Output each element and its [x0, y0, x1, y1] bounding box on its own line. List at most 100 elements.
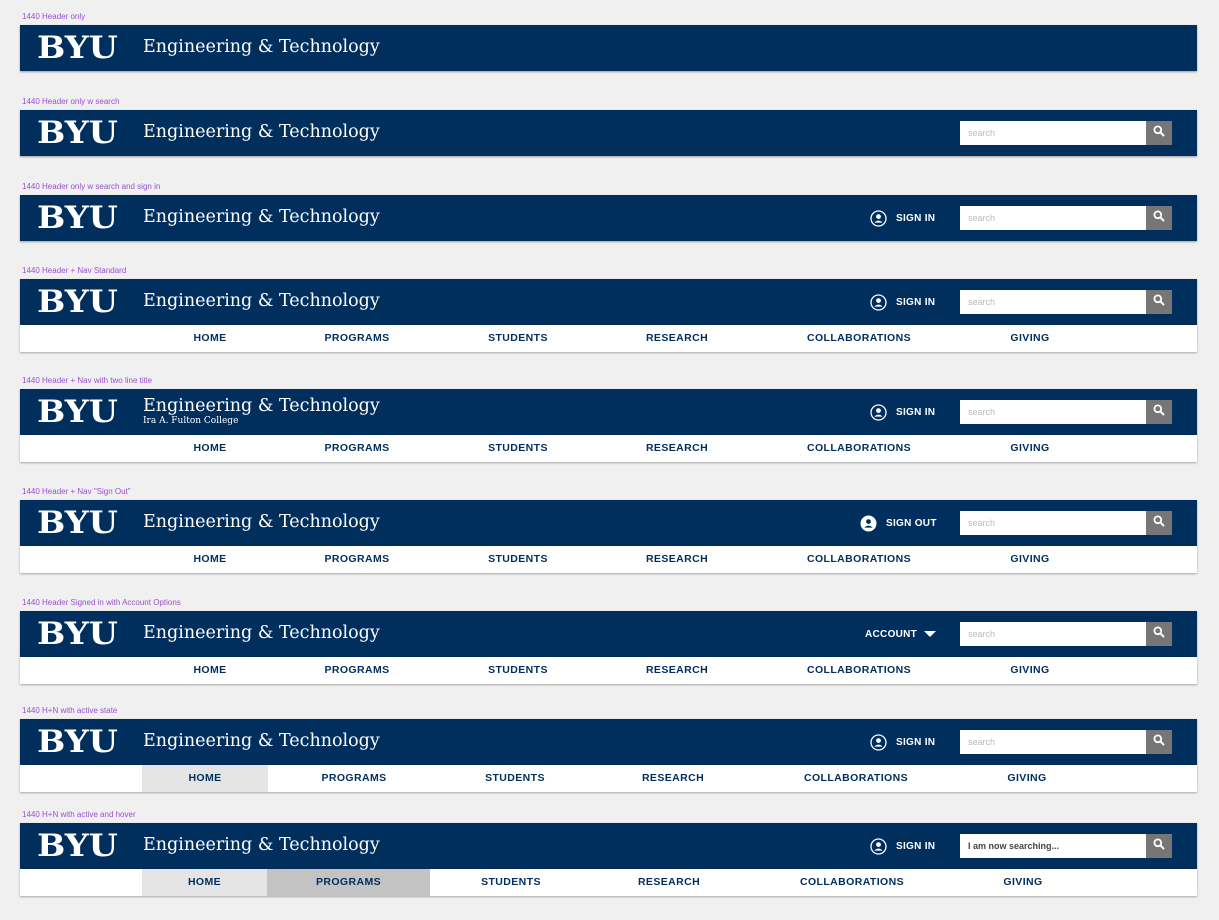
search-button[interactable] [1146, 622, 1172, 646]
nav-item-students[interactable]: STUDENTS [461, 869, 561, 896]
search-button[interactable] [1146, 834, 1172, 858]
main-nav: HOME PROGRAMS STUDENTS RESEARCH COLLABOR… [20, 435, 1197, 462]
site-header: BYU Engineering & Technology SIGN IN [20, 279, 1197, 325]
search-input[interactable] [960, 206, 1146, 230]
search-input[interactable] [960, 121, 1146, 145]
search-input[interactable] [960, 622, 1146, 646]
search-button[interactable] [1146, 121, 1172, 145]
nav-item-research[interactable]: RESEARCH [627, 435, 727, 462]
variant-label: 1440 Header only [22, 12, 86, 21]
byu-logo[interactable]: BYU [37, 201, 118, 235]
user-icon [870, 733, 887, 751]
nav-item-programs[interactable]: PROGRAMS [304, 765, 404, 792]
search-input[interactable] [960, 730, 1146, 754]
account-menu-button[interactable]: ACCOUNT [865, 625, 937, 643]
nav-item-students[interactable]: STUDENTS [468, 657, 568, 684]
site-title[interactable]: Engineering & Technology [143, 290, 380, 312]
search-input[interactable] [960, 511, 1146, 535]
sign-in-button[interactable]: SIGN IN [870, 733, 935, 751]
site-title[interactable]: Engineering & Technology [143, 730, 380, 752]
byu-logo[interactable]: BYU [37, 285, 118, 319]
nav-item-students[interactable]: STUDENTS [468, 435, 568, 462]
search-input[interactable] [960, 834, 1146, 858]
nav-item-giving[interactable]: GIVING [980, 657, 1080, 684]
nav-item-giving[interactable]: GIVING [977, 765, 1077, 792]
main-nav: HOME PROGRAMS STUDENTS RESEARCH COLLABOR… [20, 325, 1197, 352]
search-button[interactable] [1146, 400, 1172, 424]
site-title[interactable]: Engineering & Technology [143, 511, 380, 533]
nav-item-research[interactable]: RESEARCH [627, 325, 727, 352]
nav-item-programs[interactable]: PROGRAMS [307, 435, 407, 462]
variant-label: 1440 Header + Nav "Sign Out" [22, 487, 131, 496]
nav-item-programs[interactable]: PROGRAMS [267, 869, 430, 896]
nav-item-giving[interactable]: GIVING [973, 869, 1073, 896]
byu-logo[interactable]: BYU [37, 725, 118, 759]
nav-item-collaborations[interactable]: COLLABORATIONS [787, 869, 917, 896]
nav-item-research[interactable]: RESEARCH [623, 765, 723, 792]
sign-in-label: SIGN IN [896, 406, 936, 418]
sign-in-label: SIGN IN [896, 840, 936, 852]
nav-item-students[interactable]: STUDENTS [465, 765, 565, 792]
user-icon [870, 837, 887, 855]
byu-logo[interactable]: BYU [37, 829, 118, 863]
site-header: BYU Engineering & Technology [20, 25, 1197, 71]
nav-item-home[interactable]: HOME [160, 546, 260, 573]
nav-item-research[interactable]: RESEARCH [619, 869, 719, 896]
nav-item-students[interactable]: STUDENTS [468, 546, 568, 573]
nav-item-programs[interactable]: PROGRAMS [307, 546, 407, 573]
site-subtitle[interactable]: Ira A. Fulton College [143, 416, 238, 427]
nav-item-giving[interactable]: GIVING [980, 325, 1080, 352]
sign-in-button[interactable]: SIGN IN [870, 837, 935, 855]
variant-label: 1440 Header + Nav with two line title [22, 376, 153, 385]
main-nav: HOME PROGRAMS STUDENTS RESEARCH COLLABOR… [20, 869, 1197, 896]
user-filled-icon [860, 515, 877, 532]
nav-item-home[interactable]: HOME [160, 435, 260, 462]
byu-logo[interactable]: BYU [37, 31, 118, 65]
sign-in-button[interactable]: SIGN IN [870, 293, 935, 311]
search-icon [1153, 733, 1165, 751]
byu-logo[interactable]: BYU [37, 395, 118, 429]
nav-item-programs[interactable]: PROGRAMS [307, 657, 407, 684]
sign-in-label: SIGN IN [896, 296, 936, 308]
nav-item-home[interactable]: HOME [142, 765, 268, 792]
nav-item-research[interactable]: RESEARCH [627, 546, 727, 573]
site-title[interactable]: Engineering & Technology [143, 834, 380, 856]
site-header: BYU Engineering & Technology ACCOUNT [20, 611, 1197, 657]
sign-in-button[interactable]: SIGN IN [870, 403, 935, 421]
nav-item-programs[interactable]: PROGRAMS [307, 325, 407, 352]
nav-item-home[interactable]: HOME [160, 657, 260, 684]
sign-in-label: SIGN IN [896, 212, 936, 224]
sign-out-button[interactable]: SIGN OUT [860, 514, 937, 532]
nav-item-research[interactable]: RESEARCH [627, 657, 727, 684]
sign-in-button[interactable]: SIGN IN [870, 209, 935, 227]
nav-item-students[interactable]: STUDENTS [468, 325, 568, 352]
main-nav: HOME PROGRAMS STUDENTS RESEARCH COLLABOR… [20, 546, 1197, 573]
byu-logo[interactable]: BYU [37, 116, 118, 150]
site-header: BYU Engineering & Technology SIGN IN [20, 823, 1197, 869]
nav-item-collaborations[interactable]: COLLABORATIONS [794, 657, 924, 684]
nav-item-home[interactable]: HOME [160, 325, 260, 352]
site-title[interactable]: Engineering & Technology [143, 206, 380, 228]
search-button[interactable] [1146, 511, 1172, 535]
search-input[interactable] [960, 400, 1146, 424]
nav-item-giving[interactable]: GIVING [980, 546, 1080, 573]
nav-item-home[interactable]: HOME [142, 869, 267, 896]
site-title[interactable]: Engineering & Technology [143, 36, 380, 58]
search-button[interactable] [1146, 290, 1172, 314]
byu-logo[interactable]: BYU [37, 617, 118, 651]
search-button[interactable] [1146, 730, 1172, 754]
nav-item-giving[interactable]: GIVING [980, 435, 1080, 462]
site-header: BYU Engineering & Technology SIGN OUT [20, 500, 1197, 546]
site-title[interactable]: Engineering & Technology [143, 622, 380, 644]
search-input[interactable] [960, 290, 1146, 314]
nav-item-collaborations[interactable]: COLLABORATIONS [794, 325, 924, 352]
byu-logo[interactable]: BYU [37, 506, 118, 540]
site-header: BYU Engineering & Technology Ira A. Fult… [20, 389, 1197, 435]
site-title[interactable]: Engineering & Technology [143, 121, 380, 143]
nav-item-collaborations[interactable]: COLLABORATIONS [791, 765, 921, 792]
nav-item-collaborations[interactable]: COLLABORATIONS [794, 546, 924, 573]
site-title[interactable]: Engineering & Technology [143, 395, 380, 417]
nav-item-collaborations[interactable]: COLLABORATIONS [794, 435, 924, 462]
search-button[interactable] [1146, 206, 1172, 230]
variant-label: 1440 Header Signed in with Account Optio… [22, 598, 181, 607]
